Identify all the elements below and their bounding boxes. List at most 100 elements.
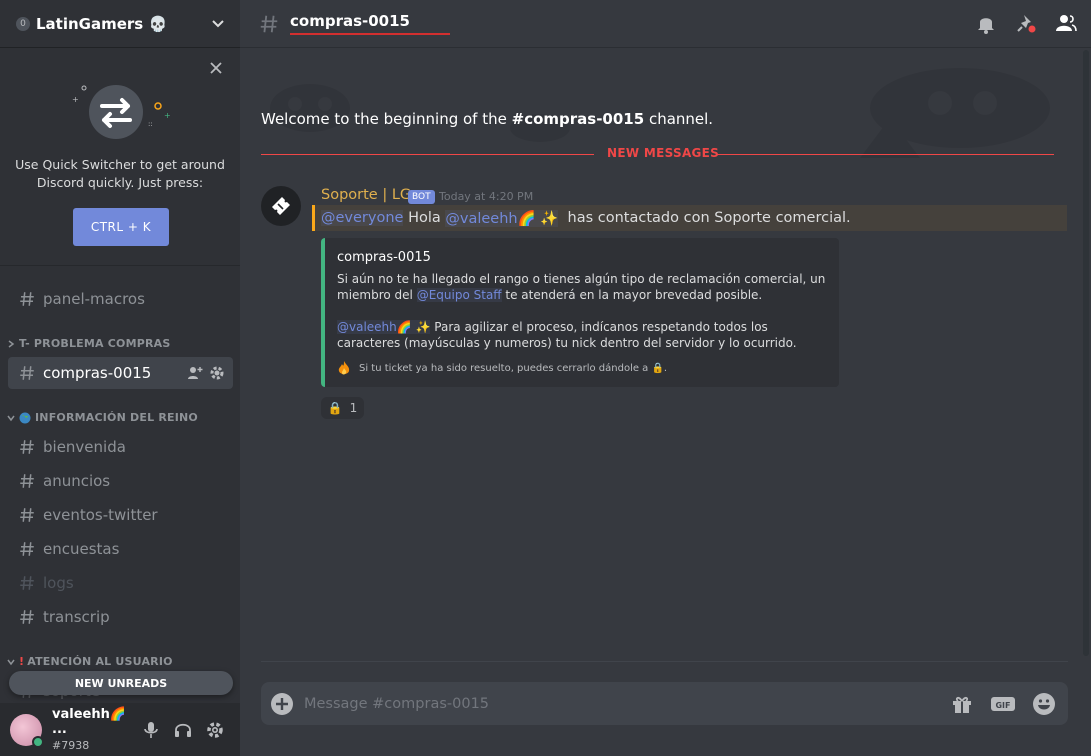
channel-compras-0015[interactable]: compras-0015	[8, 357, 233, 389]
message-text: has contactado con Soporte comercial.	[567, 210, 851, 226]
message-text: Hola	[408, 210, 441, 226]
microphone-icon[interactable]	[142, 721, 160, 739]
divider-line	[261, 154, 594, 155]
divider	[261, 661, 1068, 662]
mention-user[interactable]: @valeehh🌈 ✨	[337, 320, 431, 334]
hash-icon	[20, 292, 34, 306]
quick-switcher-text: Use Quick Switcher to get around Discord…	[15, 157, 225, 190]
welcome-suffix: channel.	[644, 110, 714, 128]
new-unreads-button[interactable]: NEW UNREADS	[9, 671, 233, 695]
guild-header[interactable]: 0 LatinGamers 💀	[0, 0, 240, 48]
channel-label: bienvenida	[43, 438, 126, 456]
message-author[interactable]: Soporte | LG	[321, 187, 411, 203]
category-problema-compras[interactable]: T- PROBLEMA COMPRAS	[6, 337, 232, 350]
svg-text:+: +	[72, 95, 79, 104]
invite-user-icon[interactable]	[187, 365, 203, 381]
embed-title: compras-0015	[337, 250, 431, 265]
avatar[interactable]	[261, 186, 301, 226]
message-timestamp: Today at 4:20 PM	[439, 190, 534, 203]
channel-label: eventos-twitter	[43, 506, 158, 524]
channel-eventos-twitter[interactable]: eventos-twitter	[8, 499, 233, 531]
quick-switcher-illustration: + + ::	[72, 85, 171, 139]
new-messages-divider: NEW MESSAGES	[261, 146, 1054, 162]
hash-icon	[20, 508, 34, 522]
add-attachment-icon[interactable]	[270, 692, 294, 716]
divider-line	[717, 154, 1054, 155]
username: valeehh🌈 ...	[52, 707, 127, 737]
mention-role[interactable]: @Equipo Staff	[416, 288, 502, 302]
channel-welcome-text: Welcome to the beginning of the #compras…	[261, 110, 713, 128]
hash-icon	[20, 366, 34, 380]
avatar[interactable]	[10, 713, 44, 748]
message-content: @everyone Hola @valeehh🌈 ✨ has contactad…	[312, 205, 1067, 231]
gif-icon[interactable]: GIF	[990, 692, 1016, 716]
reaction-button[interactable]: 🔒 1	[321, 397, 364, 419]
category-label: INFORMACIÓN DEL REINO	[35, 411, 198, 424]
channel-encuestas[interactable]: encuestas	[8, 533, 233, 565]
quick-switcher-shortcut-button[interactable]: CTRL + K	[73, 208, 169, 246]
quick-switcher-popout: + + :: Use Quick Switcher to get around …	[0, 48, 240, 266]
embed-paragraph: @valeehh🌈 ✨ Para agilizar el proceso, in…	[337, 319, 832, 351]
hash-icon	[20, 610, 34, 624]
embed-footer-text: Si tu ticket ya ha sido resuelto, puedes…	[359, 362, 668, 374]
mention-user[interactable]: @valeehh🌈 ✨	[445, 209, 559, 227]
member-list-icon[interactable]	[1055, 12, 1077, 34]
message-composer: GIF	[261, 682, 1068, 725]
channel-bienvenida[interactable]: bienvenida	[8, 431, 233, 463]
headphones-icon[interactable]	[174, 721, 192, 739]
guild-boost-badge: 0	[16, 16, 30, 31]
online-status-icon	[32, 735, 44, 748]
channel-label: transcrip	[43, 608, 110, 626]
chevron-down-icon	[7, 415, 15, 421]
channel-label: panel-macros	[43, 290, 145, 308]
category-informacion-del-reino[interactable]: INFORMACIÓN DEL REINO	[6, 411, 232, 424]
ticket-icon	[272, 197, 290, 215]
bell-icon[interactable]	[975, 12, 997, 34]
channel-transcrip[interactable]: transcrip	[8, 601, 233, 633]
hash-icon	[20, 576, 34, 590]
gear-icon[interactable]	[206, 721, 224, 739]
message-input[interactable]	[304, 695, 950, 712]
channel-label: compras-0015	[43, 364, 152, 382]
welcome-channel: #compras-0015	[511, 110, 645, 128]
channel-label: logs	[43, 574, 74, 592]
gear-icon[interactable]	[209, 365, 225, 381]
svg-text:::: ::	[148, 120, 153, 128]
lock-icon: 🔒	[327, 401, 343, 415]
welcome-prefix: Welcome to the beginning of the	[261, 110, 512, 128]
svg-text:GIF: GIF	[995, 701, 1010, 710]
embed-paragraph: Si aún no te ha llegado el rango o tiene…	[337, 271, 832, 303]
category-label: ATENCIÓN AL USUARIO	[27, 655, 173, 668]
guild-name: LatinGamers 💀	[36, 14, 168, 33]
message-embed: compras-0015 Si aún no te ha llegado el …	[321, 238, 839, 387]
category-atencion-al-usuario[interactable]: ! ATENCIÓN AL USUARIO	[6, 655, 232, 668]
channel-panel-macros[interactable]: panel-macros	[8, 283, 233, 315]
page-title: compras-0015	[290, 12, 450, 35]
channel-welcome-decoration	[270, 68, 1050, 158]
category-label: T- PROBLEMA COMPRAS	[19, 337, 171, 350]
embed-footer: Si tu ticket ya ha sido resuelto, puedes…	[337, 360, 667, 376]
gift-icon[interactable]	[950, 692, 974, 716]
hash-icon	[260, 15, 278, 32]
chevron-down-icon[interactable]	[210, 16, 226, 32]
fire-icon	[338, 361, 350, 375]
user-panel: valeehh🌈 ... #7938	[0, 703, 240, 756]
bot-badge: BOT	[408, 190, 435, 204]
channel-logs[interactable]: logs	[8, 567, 233, 599]
embed-text: te atenderá en la mayor brevedad posible…	[505, 288, 763, 302]
globe-icon	[19, 412, 31, 423]
chevron-down-icon	[7, 659, 15, 665]
hash-icon	[20, 542, 34, 556]
user-discriminator: #7938	[52, 739, 90, 752]
mention-everyone[interactable]: @everyone	[321, 210, 404, 226]
emoji-picker-icon[interactable]	[1032, 692, 1056, 716]
new-messages-label: NEW MESSAGES	[607, 146, 720, 160]
channel-anuncios[interactable]: anuncios	[8, 465, 233, 497]
channel-header: compras-0015	[240, 0, 1091, 48]
hash-icon	[20, 440, 34, 454]
pin-icon[interactable]	[1015, 12, 1037, 34]
channel-sidebar: 0 LatinGamers 💀 + + :: Use Quick Switche…	[0, 0, 240, 756]
exclamation-icon: !	[19, 655, 25, 668]
close-icon[interactable]	[208, 60, 224, 76]
chat-area: compras-0015 Welcome to the beginning of…	[240, 0, 1091, 756]
